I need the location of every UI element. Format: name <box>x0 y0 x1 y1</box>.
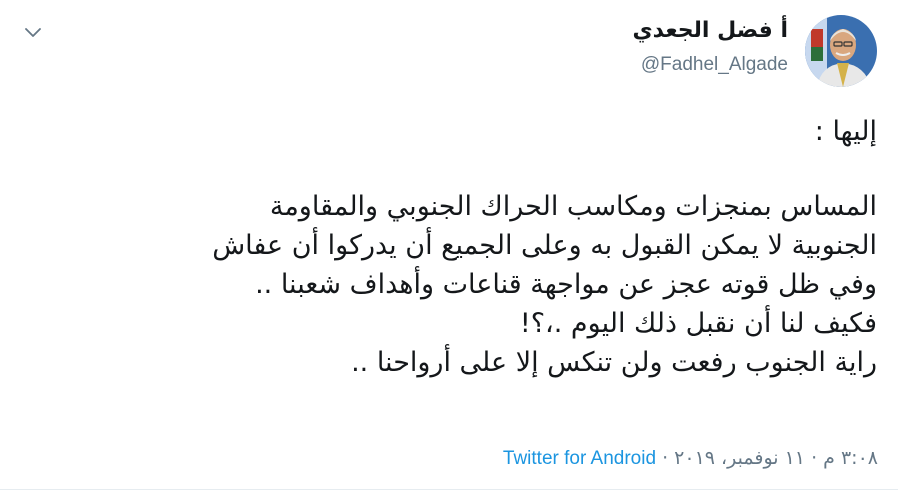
tweet-text: إليها : المساس بمنجزات ومكاسب الحراك الج… <box>17 112 877 382</box>
tweet-card: أ فضل الجعدي @Fadhel_Algade إليها : المس… <box>0 0 898 496</box>
author-handle[interactable]: @Fadhel_Algade <box>632 50 788 80</box>
tweet-line: فكيف لنا أن نقبل ذلك اليوم .،؟! <box>519 308 877 339</box>
author-block[interactable]: أ فضل الجعدي @Fadhel_Algade <box>632 16 788 80</box>
tweet-metadata: ٣:٠٨ م · ١١ نوفمبر، ٢٠١٩ · Twitter for A… <box>503 443 878 474</box>
divider <box>0 489 898 490</box>
meta-separator: · <box>662 447 669 469</box>
meta-separator: · <box>811 447 818 469</box>
tweet-line: راية الجنوب رفعت ولن تنكس إلا على أرواحن… <box>351 347 877 378</box>
tweet-line: المساس بمنجزات ومكاسب الحراك الجنوبي وال… <box>269 191 877 222</box>
avatar[interactable] <box>805 15 877 87</box>
tweet-source-link[interactable]: Twitter for Android <box>503 448 656 469</box>
chevron-down-icon[interactable] <box>22 22 44 44</box>
tweet-line: إليها : <box>814 116 877 147</box>
tweet-line: وفي ظل قوته عجز عن مواجهة قناعات وأهداف … <box>255 269 877 300</box>
tweet-time[interactable]: ٣:٠٨ م <box>823 447 878 469</box>
author-name[interactable]: أ فضل الجعدي <box>632 16 788 46</box>
tweet-line: الجنوبية لا يمكن القبول به وعلى الجميع أ… <box>212 230 877 261</box>
tweet-date[interactable]: ١١ نوفمبر، ٢٠١٩ <box>674 447 805 469</box>
